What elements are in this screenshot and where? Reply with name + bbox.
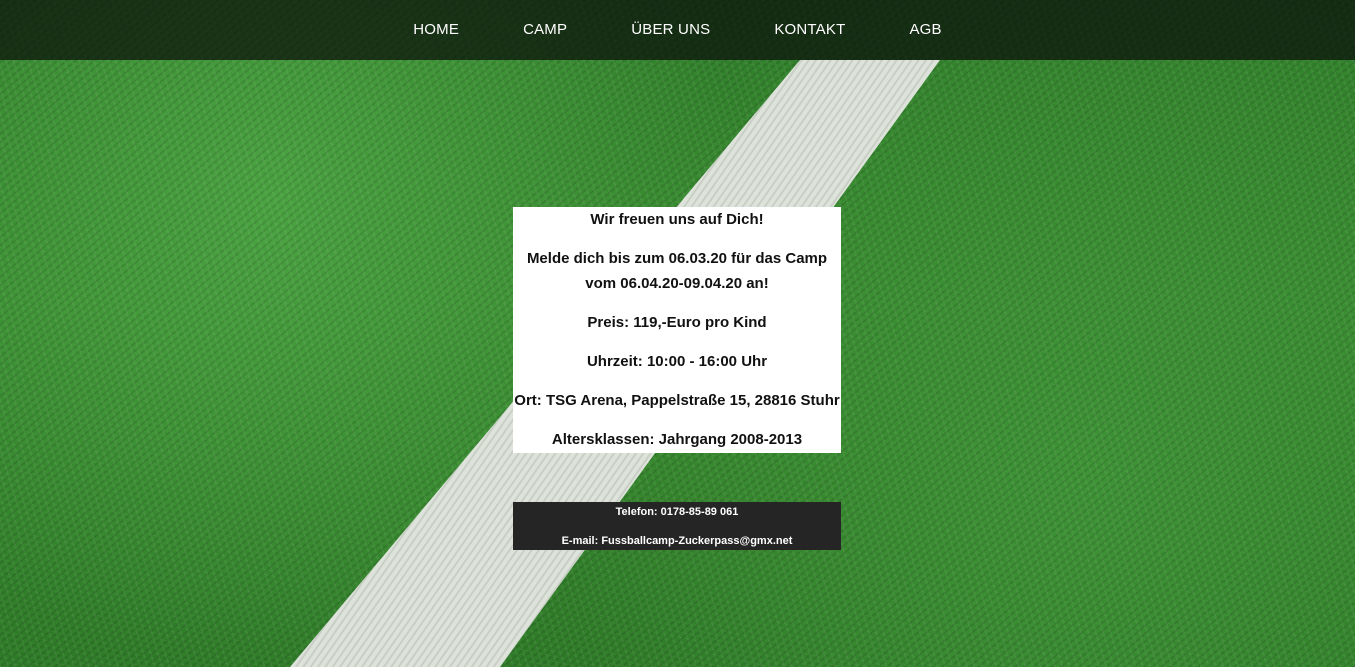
price-text: Preis: 119,-Euro pro Kind	[587, 314, 767, 331]
nav-kontakt[interactable]: KONTAKT	[742, 2, 877, 58]
signup-deadline-line1: Melde dich bis zum 06.03.20 für das Camp	[526, 250, 828, 267]
greeting-text: Wir freuen uns auf Dich!	[590, 211, 764, 228]
email-link[interactable]: E-mail: Fussballcamp-Zuckerpass@gmx.net	[513, 533, 841, 549]
time-text: Uhrzeit: 10:00 - 16:00 Uhr	[586, 353, 768, 370]
top-navigation: HOME CAMP ÜBER UNS KONTAKT AGB	[0, 0, 1355, 60]
camp-info-box: Wir freuen uns auf Dich! Melde dich bis …	[513, 207, 841, 453]
nav-camp[interactable]: CAMP	[491, 2, 599, 58]
location-text: Ort: TSG Arena, Pappelstraße 15, 28816 S…	[514, 392, 840, 409]
nav-agb[interactable]: AGB	[877, 2, 973, 58]
nav-ueber-uns[interactable]: ÜBER UNS	[599, 2, 742, 58]
contact-box: Telefon: 0178-85-89 061 E-mail: Fussball…	[513, 502, 841, 550]
age-groups-text: Altersklassen: Jahrgang 2008-2013	[551, 431, 803, 448]
nav-home[interactable]: HOME	[381, 2, 491, 58]
signup-deadline-line2: vom 06.04.20-09.04.20 an!	[585, 275, 769, 292]
nav-menu: HOME CAMP ÜBER UNS KONTAKT AGB	[381, 2, 974, 58]
phone-text: Telefon: 0178-85-89 061	[615, 506, 739, 518]
